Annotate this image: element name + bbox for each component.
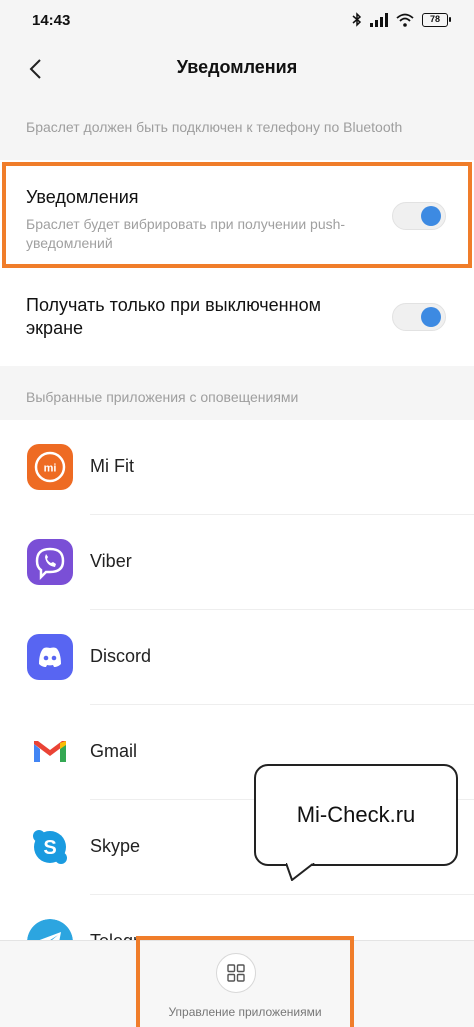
bluetooth-icon: [352, 12, 362, 27]
wifi-icon: [396, 13, 414, 27]
watermark-bubble: Mi-Check.ru: [254, 764, 458, 866]
notifications-title: Уведомления: [26, 187, 139, 207]
toggle-knob: [421, 206, 441, 226]
page-title: Уведомления: [176, 57, 298, 77]
app-name: Discord: [90, 646, 152, 666]
viber-icon: [27, 539, 73, 585]
notifications-toggle[interactable]: [392, 202, 446, 230]
notifications-screen: 14:43 78 Уведомления Браслет должен быть…: [0, 0, 474, 1027]
nav-header: Уведомления: [0, 42, 474, 94]
mi-fit-icon: mi: [27, 444, 73, 490]
screen-off-toggle[interactable]: [392, 303, 446, 331]
skype-icon: S: [27, 824, 73, 870]
app-name: Gmail: [90, 741, 138, 761]
screen-off-title: Получать только при выключенном экране: [26, 295, 321, 338]
svg-text:mi: mi: [44, 463, 57, 475]
apps-section-header: Выбранные приложения с оповещениями: [26, 389, 299, 405]
bluetooth-info-note: Браслет должен быть подключен к телефону…: [26, 119, 403, 135]
status-bar: 14:43 78: [0, 0, 474, 42]
gmail-icon: [27, 729, 73, 775]
bubble-tail: [286, 863, 315, 881]
app-name: Mi Fit: [90, 456, 134, 476]
app-item-discord[interactable]: Discord: [0, 610, 474, 705]
grid-icon: [216, 953, 256, 993]
bottom-bar: Управление приложениями: [0, 940, 474, 1027]
signal-icon: [370, 12, 388, 27]
svg-text:S: S: [43, 837, 56, 859]
discord-icon: [27, 634, 73, 680]
status-icons: 78: [352, 12, 451, 27]
app-name: Skype: [90, 836, 141, 856]
app-item-viber[interactable]: Viber: [0, 515, 474, 610]
toggle-knob: [421, 307, 441, 327]
watermark-text: Mi-Check.ru: [296, 802, 416, 827]
app-name: Viber: [90, 551, 132, 571]
battery-icon: 78: [422, 12, 451, 27]
notifications-description: Браслет будет вибрировать при получении …: [26, 216, 346, 251]
manage-apps-button[interactable]: Управление приложениями: [140, 941, 350, 1027]
status-time: 14:43: [32, 12, 71, 29]
screen-off-setting-row[interactable]: Получать только при выключенном экране: [0, 270, 474, 366]
manage-apps-label: Управление приложениями: [168, 1005, 322, 1019]
app-item-mi-fit[interactable]: mi Mi Fit: [0, 420, 474, 515]
notifications-setting-row[interactable]: Уведомления Браслет будет вибрировать пр…: [0, 160, 474, 270]
battery-level: 78: [429, 14, 440, 24]
